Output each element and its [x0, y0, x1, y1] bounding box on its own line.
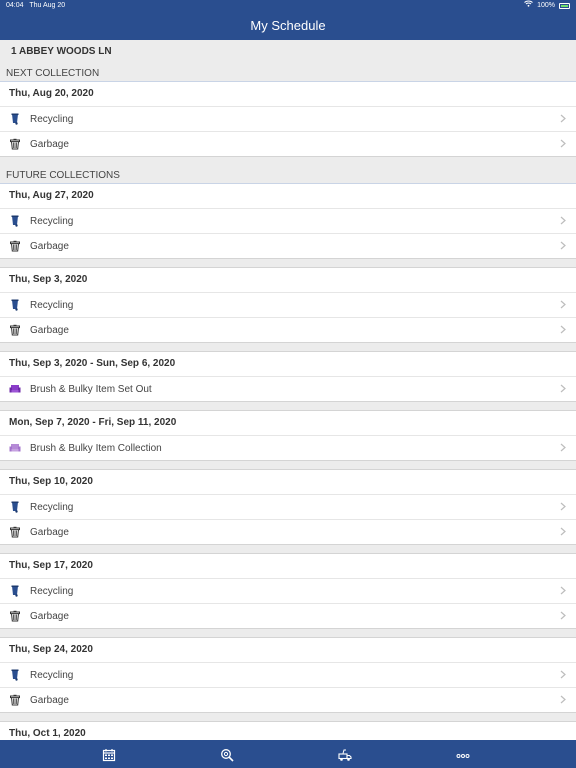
- collection-group: Mon, Sep 7, 2020 - Fri, Sep 11, 2020 Brus…: [0, 410, 576, 461]
- status-bar: 04:04 Thu Aug 20 100%: [0, 0, 576, 12]
- collection-group: Thu, Aug 20, 2020 Recycling Garbage: [0, 82, 576, 157]
- collection-item-label: Brush & Bulky Item Collection: [30, 442, 162, 454]
- collection-item-garbage[interactable]: Garbage: [0, 604, 576, 628]
- status-right: 100%: [524, 0, 570, 12]
- collection-group: Thu, Sep 17, 2020 Recycling Garbage: [0, 553, 576, 629]
- recycling-cart-icon: [9, 113, 21, 125]
- chevron-right-icon: [560, 382, 566, 396]
- collection-item-garbage[interactable]: Garbage: [0, 520, 576, 544]
- garbage-can-icon: [9, 694, 21, 706]
- collection-item-recycling[interactable]: Recycling: [0, 209, 576, 234]
- status-time: 04:04 Thu Aug 20: [6, 2, 66, 9]
- collection-item-garbage[interactable]: Garbage: [0, 318, 576, 342]
- collection-item-label: Garbage: [30, 138, 69, 150]
- collection-group: Thu, Sep 3, 2020 - Sun, Sep 6, 2020 Brush…: [0, 351, 576, 402]
- recycling-cart-icon: [9, 501, 21, 513]
- next-collection-header: NEXT COLLECTION: [0, 63, 576, 82]
- chevron-right-icon: [560, 239, 566, 253]
- collection-item-garbage[interactable]: Garbage: [0, 688, 576, 712]
- chevron-right-icon: [560, 441, 566, 455]
- search-icon[interactable]: [220, 748, 234, 762]
- collection-item-garbage[interactable]: Garbage: [0, 132, 576, 156]
- schedule-list[interactable]: 1 ABBEY WOODS LN NEXT COLLECTION Thu, Au…: [0, 40, 576, 740]
- collection-date: Thu, Sep 24, 2020: [0, 638, 576, 663]
- collection-group: Thu, Sep 3, 2020 Recycling Garbage: [0, 267, 576, 343]
- collection-item-recycling[interactable]: Recycling: [0, 495, 576, 520]
- collection-item-brush-and-bulky-item-collection[interactable]: Brush & Bulky Item Collection: [0, 436, 576, 460]
- collection-group: Thu, Aug 27, 2020 Recycling Garbage: [0, 184, 576, 259]
- collection-item-recycling[interactable]: Recycling: [0, 579, 576, 604]
- recycling-cart-icon: [9, 299, 21, 311]
- collection-date: Mon, Sep 7, 2020 - Fri, Sep 11, 2020: [0, 411, 576, 436]
- chevron-right-icon: [560, 500, 566, 514]
- collection-date: Thu, Sep 3, 2020 - Sun, Sep 6, 2020: [0, 352, 576, 377]
- collection-date: Thu, Aug 20, 2020: [0, 82, 576, 107]
- chevron-right-icon: [560, 214, 566, 228]
- nav-bar: My Schedule: [0, 12, 576, 40]
- recycling-cart-icon: [9, 669, 21, 681]
- garbage-can-icon: [9, 324, 21, 336]
- wifi-icon: [524, 0, 533, 12]
- tab-bar: [0, 740, 576, 768]
- chevron-right-icon: [560, 137, 566, 151]
- collection-group: Thu, Sep 24, 2020 Recycling Garbage: [0, 637, 576, 713]
- collection-item-label: Recycling: [30, 299, 74, 311]
- collection-item-label: Recycling: [30, 585, 74, 597]
- truck-icon[interactable]: [338, 748, 352, 762]
- collection-item-label: Garbage: [30, 240, 69, 252]
- more-icon[interactable]: [456, 748, 470, 762]
- chevron-right-icon: [560, 609, 566, 623]
- chevron-right-icon: [560, 298, 566, 312]
- page-title: My Schedule: [250, 18, 326, 33]
- collection-item-label: Garbage: [30, 526, 69, 538]
- collection-date: Thu, Aug 27, 2020: [0, 184, 576, 209]
- collection-group: Thu, Oct 1, 2020: [0, 721, 576, 740]
- chevron-right-icon: [560, 323, 566, 337]
- collection-item-recycling[interactable]: Recycling: [0, 663, 576, 688]
- chevron-right-icon: [560, 584, 566, 598]
- collection-date: Thu, Sep 3, 2020: [0, 268, 576, 293]
- couch-icon: [9, 442, 21, 454]
- future-collections-header: FUTURE COLLECTIONS: [0, 165, 576, 184]
- address-label: 1 ABBEY WOODS LN: [0, 40, 576, 63]
- collection-item-garbage[interactable]: Garbage: [0, 234, 576, 258]
- collection-item-label: Recycling: [30, 215, 74, 227]
- battery-percent: 100%: [537, 2, 555, 9]
- recycling-cart-icon: [9, 215, 21, 227]
- couch-icon: [9, 383, 21, 395]
- collection-item-brush-and-bulky-item-set-out[interactable]: Brush & Bulky Item Set Out: [0, 377, 576, 401]
- collection-date: Thu, Oct 1, 2020: [0, 722, 576, 740]
- garbage-can-icon: [9, 240, 21, 252]
- calendar-icon[interactable]: [102, 748, 116, 762]
- garbage-can-icon: [9, 138, 21, 150]
- collection-item-label: Recycling: [30, 113, 74, 125]
- collection-item-label: Brush & Bulky Item Set Out: [30, 383, 152, 395]
- collection-item-label: Garbage: [30, 694, 69, 706]
- chevron-right-icon: [560, 525, 566, 539]
- collection-item-recycling[interactable]: Recycling: [0, 293, 576, 318]
- garbage-can-icon: [9, 610, 21, 622]
- chevron-right-icon: [560, 693, 566, 707]
- collection-item-recycling[interactable]: Recycling: [0, 107, 576, 132]
- recycling-cart-icon: [9, 585, 21, 597]
- chevron-right-icon: [560, 112, 566, 126]
- collection-item-label: Garbage: [30, 324, 69, 336]
- chevron-right-icon: [560, 668, 566, 682]
- collection-item-label: Recycling: [30, 669, 74, 681]
- collection-group: Thu, Sep 10, 2020 Recycling Garbage: [0, 469, 576, 545]
- garbage-can-icon: [9, 526, 21, 538]
- collection-item-label: Garbage: [30, 610, 69, 622]
- collection-item-label: Recycling: [30, 501, 74, 513]
- collection-date: Thu, Sep 10, 2020: [0, 470, 576, 495]
- battery-icon: [559, 3, 570, 9]
- collection-date: Thu, Sep 17, 2020: [0, 554, 576, 579]
